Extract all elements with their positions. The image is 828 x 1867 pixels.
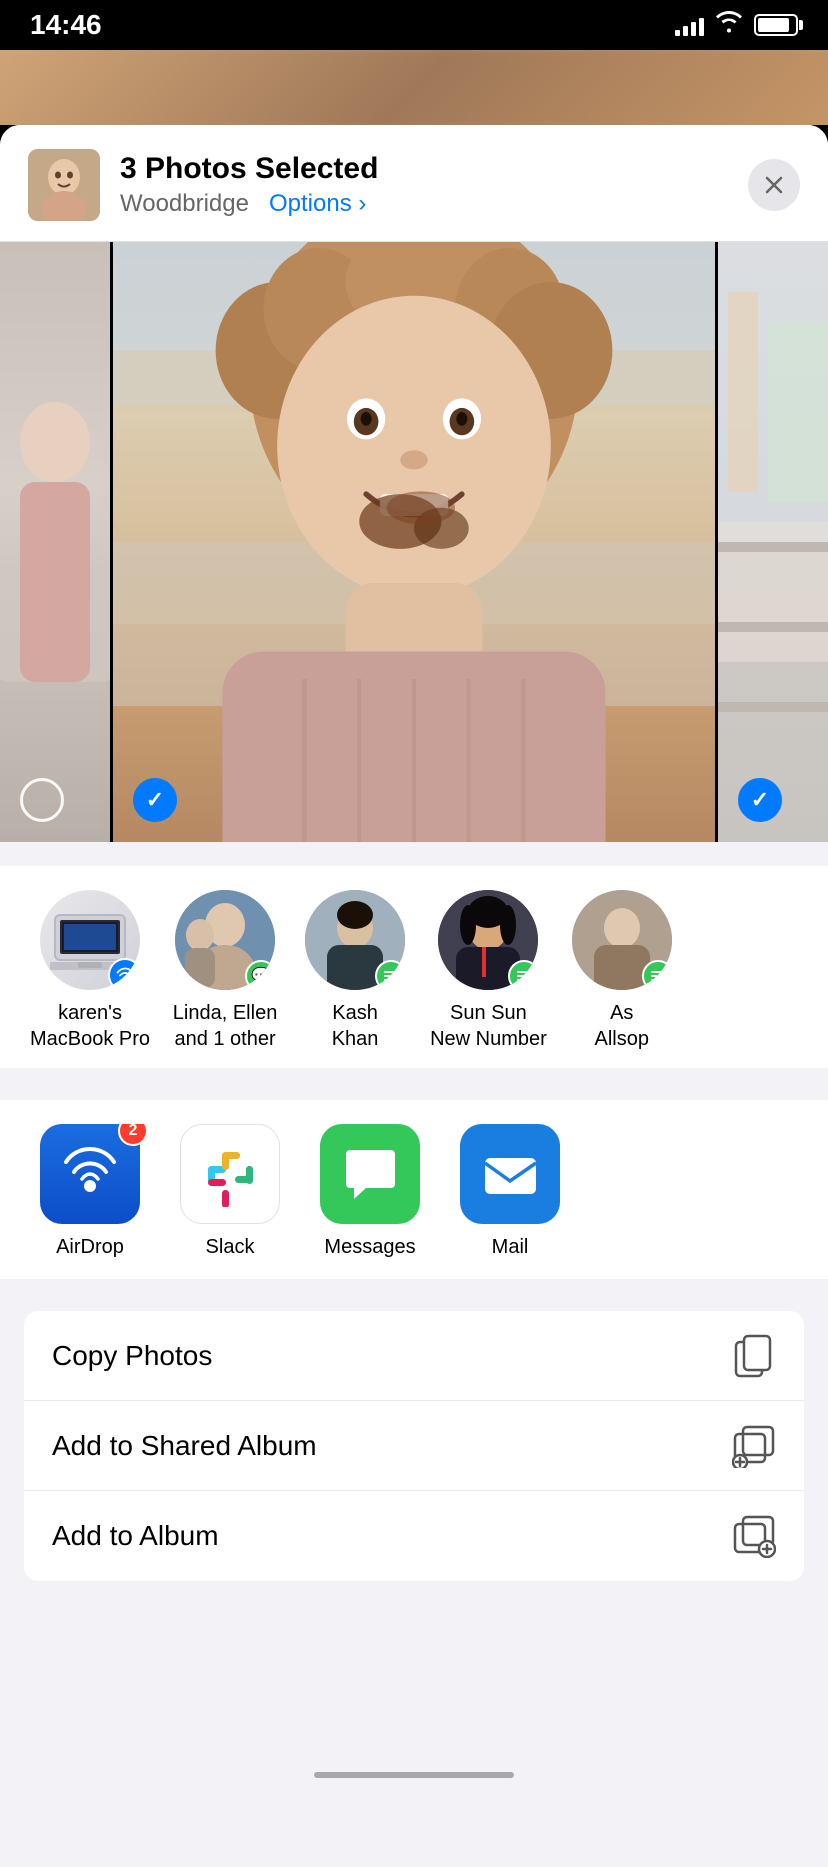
apps-section: 2 AirDrop <box>0 1100 828 1287</box>
action-label-album: Add to Album <box>52 1520 219 1552</box>
contact-sunsun[interactable]: Sun SunNew Number <box>420 890 557 1052</box>
mail-app-icon <box>460 1124 560 1224</box>
home-bar <box>314 1772 514 1778</box>
message-badge-as <box>642 960 672 990</box>
selection-circle-1[interactable] <box>20 778 64 822</box>
airdrop-overlay-icon <box>108 958 140 990</box>
selection-circle-3[interactable]: ✓ <box>738 778 782 822</box>
share-header: 3 Photos Selected Woodbridge Options › <box>0 125 828 242</box>
contact-as-allsop[interactable]: AsAllsop <box>557 890 687 1052</box>
airdrop-badge: 2 <box>118 1124 148 1146</box>
contact-avatar-macbook <box>40 890 140 990</box>
location-label: Woodbridge <box>120 190 249 217</box>
contact-name-as: AsAllsop <box>595 1000 649 1052</box>
section-gap-2 <box>0 1076 828 1100</box>
home-indicator <box>0 1758 828 1792</box>
slack-app-icon <box>180 1124 280 1224</box>
wifi-icon <box>716 11 742 39</box>
photo-item-3[interactable]: ✓ <box>718 242 828 842</box>
photo-background <box>0 50 828 125</box>
contact-name-sunsun: Sun SunNew Number <box>430 1000 547 1052</box>
app-label-mail: Mail <box>492 1236 529 1259</box>
app-item-slack[interactable]: Slack <box>160 1124 300 1259</box>
contacts-scroll: karen'sMacBook Pro 💬 <box>0 890 828 1052</box>
contact-avatar-linda: 💬 <box>175 890 275 990</box>
shared-album-icon <box>732 1424 776 1468</box>
share-sheet: 3 Photos Selected Woodbridge Options › <box>0 125 828 1867</box>
action-copy-photos[interactable]: Copy Photos <box>24 1311 804 1401</box>
battery-icon <box>754 14 798 36</box>
message-badge-linda: 💬 <box>245 960 275 990</box>
action-add-album[interactable]: Add to Album <box>24 1491 804 1581</box>
options-link[interactable]: Options › <box>269 190 366 217</box>
photo-item-1[interactable] <box>0 242 110 842</box>
airdrop-app-icon: 2 <box>40 1124 140 1224</box>
thumbnail-image <box>28 149 100 221</box>
header-thumbnail <box>28 149 100 221</box>
action-label-copy: Copy Photos <box>52 1340 212 1372</box>
message-badge-kash <box>375 960 405 990</box>
app-label-messages: Messages <box>324 1236 415 1259</box>
app-item-mail[interactable]: Mail <box>440 1124 580 1259</box>
action-label-shared: Add to Shared Album <box>52 1430 317 1462</box>
contact-linda-ellen[interactable]: 💬 Linda, Ellenand 1 other <box>160 890 290 1052</box>
photos-selected-title: 3 Photos Selected <box>120 152 378 186</box>
app-label-airdrop: AirDrop <box>56 1236 124 1259</box>
status-icons <box>675 11 798 39</box>
actions-section: Copy Photos Add to Shared Album <box>24 1311 804 1581</box>
message-badge-sunsun <box>508 960 538 990</box>
photo-item-2[interactable]: ✓ <box>113 242 715 842</box>
app-label-slack: Slack <box>206 1236 255 1259</box>
contact-kash-khan[interactable]: KashKhan <box>290 890 420 1052</box>
apps-scroll: 2 AirDrop <box>0 1124 828 1259</box>
add-album-icon <box>732 1514 776 1558</box>
status-bar: 14:46 <box>0 0 828 50</box>
contact-avatar-kash <box>305 890 405 990</box>
action-add-shared-album[interactable]: Add to Shared Album <box>24 1401 804 1491</box>
section-gap-3 <box>0 1287 828 1311</box>
signal-icon <box>675 14 704 36</box>
close-button[interactable] <box>748 159 800 211</box>
selection-circle-2[interactable]: ✓ <box>133 778 177 822</box>
app-item-airdrop[interactable]: 2 AirDrop <box>20 1124 160 1259</box>
header-left: 3 Photos Selected Woodbridge Options › <box>28 149 378 221</box>
section-gap-1 <box>0 842 828 866</box>
header-info: 3 Photos Selected Woodbridge Options › <box>120 152 378 218</box>
contact-name-linda: Linda, Ellenand 1 other <box>173 1000 278 1052</box>
app-item-messages[interactable]: Messages <box>300 1124 440 1259</box>
contact-karens-macbook[interactable]: karen'sMacBook Pro <box>20 890 160 1052</box>
contact-avatar-as <box>572 890 672 990</box>
contact-avatar-sunsun <box>438 890 538 990</box>
header-subtitle: Woodbridge Options › <box>120 190 378 218</box>
contact-name-karens-macbook: karen'sMacBook Pro <box>30 1000 150 1052</box>
bottom-padding <box>0 1581 828 1761</box>
photos-strip: ✓ <box>0 242 828 842</box>
copy-photos-icon <box>732 1334 776 1378</box>
contacts-section: karen'sMacBook Pro 💬 <box>0 866 828 1076</box>
contact-name-kash: KashKhan <box>332 1000 379 1052</box>
status-time: 14:46 <box>30 9 102 41</box>
messages-app-icon <box>320 1124 420 1224</box>
